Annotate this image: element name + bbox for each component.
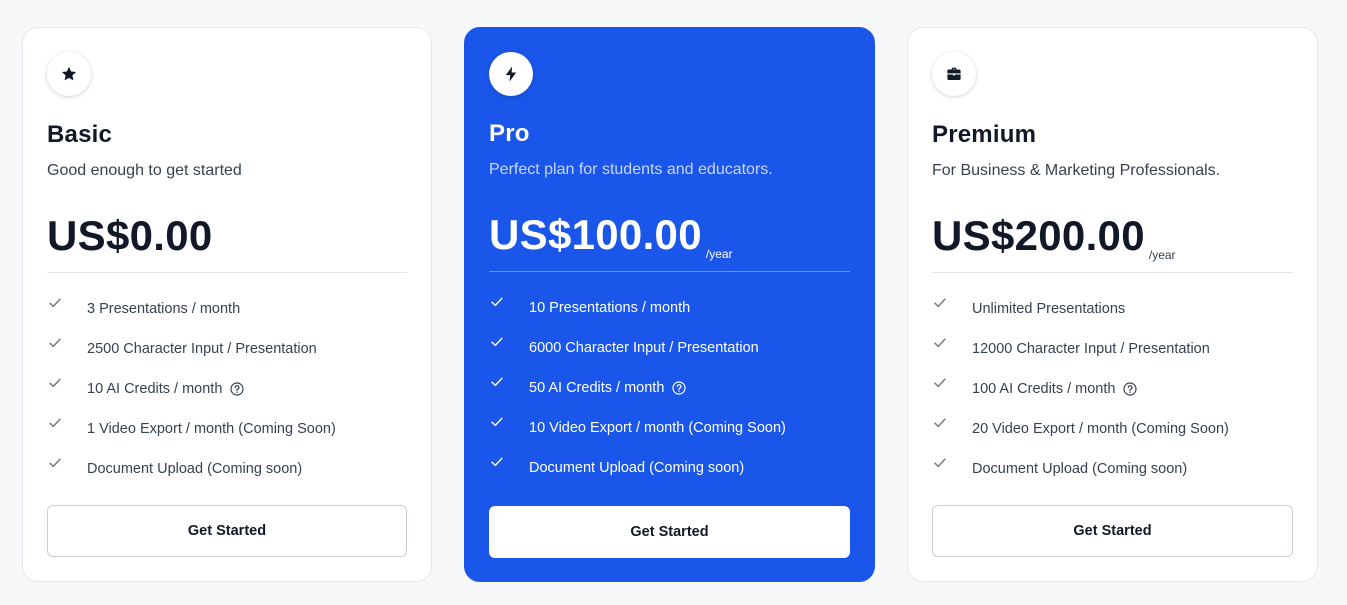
check-icon [934,458,946,468]
divider [489,271,850,272]
check-icon [934,418,946,428]
feature-item: Unlimited Presentations [932,290,1293,330]
feature-item: 10 Presentations / month [489,289,850,329]
check-icon [491,337,503,347]
feature-item: Document Upload (Coming soon) [47,450,407,490]
divider [932,272,1293,273]
lightning-icon [489,52,533,96]
feature-text-with-help: 100 AI Credits / month [972,381,1138,397]
check-icon [491,377,503,387]
feature-text: 10 Video Export / month (Coming Soon) [529,420,786,436]
help-circle-icon[interactable] [672,381,687,395]
plan-name: Basic [47,121,113,148]
feature-text: 12000 Character Input / Presentation [972,341,1210,357]
feature-text: 10 Presentations / month [529,300,691,316]
feature-text: 3 Presentations / month [87,301,241,317]
get-started-button[interactable]: Get Started [932,505,1293,557]
feature-text: 20 Video Export / month (Coming Soon) [972,421,1229,437]
check-icon [491,457,503,467]
plan-price: US$100.00 [489,211,702,258]
feature-text: Document Upload (Coming soon) [87,461,303,477]
get-started-button[interactable]: Get Started [489,506,850,558]
feature-item: 10 Video Export / month (Coming Soon) [489,409,850,449]
check-icon [49,338,61,348]
check-icon [934,338,946,348]
plan-price: US$200.00 [932,212,1145,259]
feature-text-with-help: 10 AI Credits / month [87,381,245,397]
feature-list: 10 Presentations / month 6000 Character … [489,289,850,489]
feature-label: 100 AI Credits / month [972,381,1116,397]
check-icon [491,417,503,427]
feature-item: Document Upload (Coming soon) [932,450,1293,490]
feature-list: Unlimited Presentations 12000 Character … [932,290,1293,490]
feature-item: 1 Video Export / month (Coming Soon) [47,410,407,450]
plan-description: Good enough to get started [47,162,242,179]
feature-text: Document Upload (Coming soon) [972,461,1188,477]
plan-card-basic: Basic Good enough to get started US$0.00… [22,27,432,582]
get-started-button[interactable]: Get Started [47,505,407,557]
feature-text-with-help: 50 AI Credits / month [529,380,687,396]
plan-description: Perfect plan for students and educators. [489,161,773,178]
check-icon [49,298,61,308]
billing-period: /year [1148,248,1176,262]
feature-item: 50 AI Credits / month [489,369,850,409]
feature-item: 3 Presentations / month [47,290,407,330]
divider [47,272,407,273]
help-circle-icon[interactable] [1123,382,1138,396]
feature-item: Document Upload (Coming soon) [489,449,850,489]
price-row: US$100.00 /year [489,209,733,261]
feature-label: 10 AI Credits / month [87,381,223,397]
check-icon [934,378,946,388]
feature-item: 12000 Character Input / Presentation [932,330,1293,370]
feature-item: 20 Video Export / month (Coming Soon) [932,410,1293,450]
billing-period: /year [705,247,733,261]
feature-item: 10 AI Credits / month [47,370,407,410]
check-icon [49,418,61,428]
plan-name: Pro [489,120,530,147]
feature-text: 2500 Character Input / Presentation [87,341,317,357]
feature-item: 2500 Character Input / Presentation [47,330,407,370]
feature-text: 6000 Character Input / Presentation [529,340,759,356]
briefcase-icon [932,52,976,96]
check-icon [49,378,61,388]
feature-text: Unlimited Presentations [972,301,1126,317]
feature-item: 6000 Character Input / Presentation [489,329,850,369]
feature-item: 100 AI Credits / month [932,370,1293,410]
feature-list: 3 Presentations / month 2500 Character I… [47,290,407,490]
plan-description: For Business & Marketing Professionals. [932,162,1221,179]
check-icon [491,297,503,307]
plan-card-premium: Premium For Business & Marketing Profess… [907,27,1318,582]
plan-price: US$0.00 [47,212,213,259]
feature-text: Document Upload (Coming soon) [529,460,745,476]
check-icon [49,458,61,468]
price-row: US$0.00 [47,210,217,262]
plan-card-pro: Pro Perfect plan for students and educat… [464,27,875,582]
plan-name: Premium [932,121,1037,148]
feature-text: 1 Video Export / month (Coming Soon) [87,421,336,437]
help-circle-icon[interactable] [230,382,245,396]
price-row: US$200.00 /year [932,210,1176,262]
star-icon [47,52,91,96]
feature-label: 50 AI Credits / month [529,380,665,396]
check-icon [934,298,946,308]
